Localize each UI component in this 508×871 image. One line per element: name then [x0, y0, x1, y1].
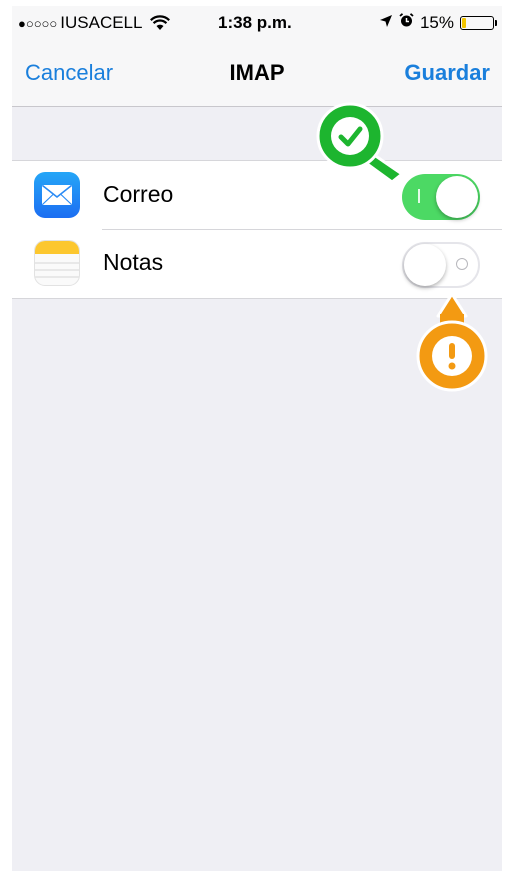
checkmark-callout-icon [314, 102, 404, 188]
correo-toggle[interactable] [402, 174, 480, 220]
clock: 1:38 p.m. [218, 13, 292, 32]
status-right: 15% [379, 13, 497, 33]
row-label-correo: Correo [103, 181, 174, 207]
row-label-notas: Notas [103, 249, 164, 275]
list-item-correo: Correo [12, 161, 502, 229]
notas-toggle[interactable] [402, 242, 480, 288]
toggle-knob [404, 244, 446, 286]
signal-strength-icon: ●○○○○ [18, 15, 58, 31]
notes-app-icon [34, 240, 80, 286]
list-item-notas: Notas [12, 229, 502, 297]
toggle-off-mark [456, 258, 468, 270]
status-left: ●○○○○ IUSACELL [18, 13, 171, 33]
toggle-on-mark [418, 189, 420, 203]
status-bar: ●○○○○ IUSACELL 1:38 p.m. 15% [12, 6, 502, 40]
mail-app-icon [34, 172, 80, 218]
battery-level [462, 18, 466, 28]
toggle-knob [436, 176, 478, 218]
wifi-icon [150, 15, 171, 31]
location-arrow-icon [379, 13, 393, 33]
save-button[interactable]: Guardar [404, 60, 490, 86]
carrier-name: IUSACELL [60, 13, 143, 32]
battery-percent: 15% [419, 13, 454, 32]
exclamation-callout-icon [412, 290, 492, 396]
alarm-clock-icon [399, 13, 414, 33]
battery-icon [460, 16, 497, 30]
phone-screen: ●○○○○ IUSACELL 1:38 p.m. 15% Cancelar IM… [12, 6, 502, 871]
settings-list: Correo Notas [12, 160, 502, 299]
navigation-bar: Cancelar IMAP Guardar [12, 40, 502, 107]
